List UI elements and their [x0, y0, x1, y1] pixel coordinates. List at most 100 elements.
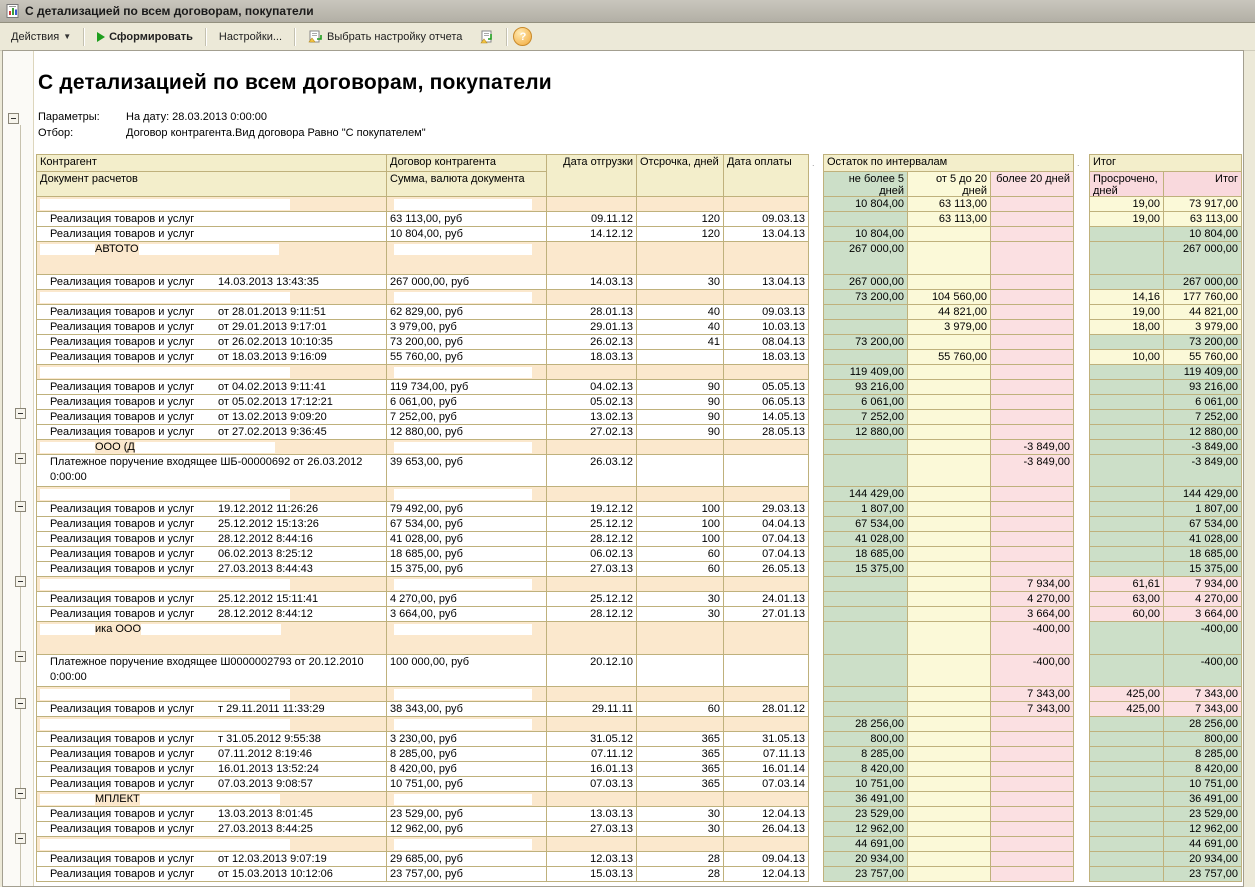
settings-button[interactable]: Настройки...	[212, 28, 289, 46]
group-row[interactable]: 10 804,0063 113,0019,0073 917,00	[36, 197, 1243, 212]
overdue-days-cell	[1089, 867, 1164, 882]
document-datetime: 06.02.2013 8:25:12	[218, 547, 313, 561]
window-titlebar[interactable]: С детализацией по всем договорам, покупа…	[0, 0, 1255, 23]
choose-report-setting-button[interactable]: Выбрать настройку отчета	[301, 27, 469, 47]
interval-5to20-cell	[908, 717, 991, 732]
document-cell: Платежное поручение входящее ШБ-00000692…	[36, 455, 387, 487]
document-row[interactable]: Реализация товаров и услуг14.03.2013 13:…	[36, 275, 1243, 290]
document-row[interactable]: Реализация товаров и услуг28.12.2012 8:4…	[36, 607, 1243, 622]
spacer-cell	[1074, 395, 1089, 410]
interval-5to20-cell	[908, 762, 991, 777]
document-row[interactable]: Реализация товаров и услуг28.12.2012 8:4…	[36, 532, 1243, 547]
interval-under5-cell: 67 534,00	[823, 517, 908, 532]
document-row[interactable]: Реализация товаров и услуг10 804,00, руб…	[36, 227, 1243, 242]
document-row[interactable]: Реализация товаров и услуг07.11.2012 8:1…	[36, 747, 1243, 762]
interval-under5-cell: 6 061,00	[823, 395, 908, 410]
document-row[interactable]: Реализация товаров и услугот 04.02.2013 …	[36, 380, 1243, 395]
document-row[interactable]: Реализация товаров и услугт 31.05.2012 9…	[36, 732, 1243, 747]
sum-currency-cell: 3 230,00, руб	[387, 732, 547, 747]
group-row[interactable]: ика ООО-400,00-400,00	[36, 622, 1243, 655]
collapse-toggle-group[interactable]	[15, 501, 26, 512]
spacer-cell	[809, 607, 823, 622]
document-row[interactable]: Реализация товаров и услуг13.03.2013 8:0…	[36, 807, 1243, 822]
collapse-toggle-group[interactable]	[15, 576, 26, 587]
document-row[interactable]: Реализация товаров и услугот 13.02.2013 …	[36, 410, 1243, 425]
choose-setting-icon	[308, 30, 323, 44]
overdue-days-cell	[1089, 410, 1164, 425]
ship-date-cell: 25.12.12	[547, 517, 637, 532]
group-row[interactable]: 7 934,0061,617 934,00	[36, 577, 1243, 592]
ship-date-cell	[547, 365, 637, 380]
document-row[interactable]: Платежное поручение входящее Ш0000002793…	[36, 655, 1243, 687]
contractor-cell	[36, 687, 387, 702]
document-row[interactable]: Реализация товаров и услуг16.01.2013 13:…	[36, 762, 1243, 777]
document-row[interactable]: Реализация товаров и услугот 05.02.2013 …	[36, 395, 1243, 410]
document-row[interactable]: Реализация товаров и услуг63 113,00, руб…	[36, 212, 1243, 227]
actions-button[interactable]: Действия ▼	[4, 28, 78, 46]
group-row[interactable]: 44 691,0044 691,00	[36, 837, 1243, 852]
contract-cell	[387, 792, 547, 807]
group-row[interactable]: МПЛЕКТ36 491,0036 491,00	[36, 792, 1243, 807]
document-row[interactable]: Платежное поручение входящее ШБ-00000692…	[36, 455, 1243, 487]
document-row[interactable]: Реализация товаров и услуг06.02.2013 8:2…	[36, 547, 1243, 562]
interval-over20-cell	[991, 762, 1074, 777]
document-datetime: 27.03.2013 8:44:25	[218, 822, 313, 836]
document-row[interactable]: Реализация товаров и услугот 29.01.2013 …	[36, 320, 1243, 335]
collapse-toggle-group[interactable]	[15, 698, 26, 709]
report-window: С детализацией по всем договорам, покупа…	[0, 0, 1255, 887]
collapse-toggle-group[interactable]	[15, 453, 26, 464]
group-row[interactable]: 144 429,00144 429,00	[36, 487, 1243, 502]
spacer-cell	[1074, 350, 1089, 365]
interval-under5-cell: 18 685,00	[823, 547, 908, 562]
spacer-cell	[809, 562, 823, 577]
group-row[interactable]: 73 200,00104 560,0014,16177 760,00	[36, 290, 1243, 305]
document-row[interactable]: Реализация товаров и услуг27.03.2013 8:4…	[36, 822, 1243, 837]
group-row[interactable]: АВТОТО267 000,00267 000,00	[36, 242, 1243, 275]
document-row[interactable]: Реализация товаров и услугт 29.11.2011 1…	[36, 702, 1243, 717]
document-name: Реализация товаров и услуг	[50, 503, 194, 515]
group-row[interactable]: ООО (Д-3 849,00-3 849,00	[36, 440, 1243, 455]
interval-under5-cell	[823, 702, 908, 717]
total-cell: 10 751,00	[1164, 777, 1242, 792]
document-row[interactable]: Реализация товаров и услугот 27.02.2013 …	[36, 425, 1243, 440]
document-row[interactable]: Реализация товаров и услуг07.03.2013 9:0…	[36, 777, 1243, 792]
interval-5to20-cell	[908, 227, 991, 242]
document-row[interactable]: Реализация товаров и услуг 19.12.2012 11:…	[36, 502, 1243, 517]
document-name: Реализация товаров и услуг	[50, 608, 194, 620]
header-interval-under5: не более 5 дней	[823, 172, 908, 197]
collapse-toggle-group[interactable]	[15, 651, 26, 662]
group-row[interactable]: 28 256,0028 256,00	[36, 717, 1243, 732]
group-row[interactable]: 119 409,00119 409,00	[36, 365, 1243, 380]
save-report-setting-button[interactable]	[472, 27, 501, 47]
document-row[interactable]: Реализация товаров и услуг25.12.2012 15:…	[36, 592, 1243, 607]
group-row[interactable]: 7 343,00425,007 343,00	[36, 687, 1243, 702]
redacted-text	[40, 292, 290, 303]
redacted-text	[394, 794, 532, 805]
document-row[interactable]: Реализация товаров и услугот 12.03.2013 …	[36, 852, 1243, 867]
document-row[interactable]: Реализация товаров и услуг25.12.2012 15:…	[36, 517, 1243, 532]
interval-under5-cell: 12 880,00	[823, 425, 908, 440]
document-datetime: от 26.02.2013 10:10:35	[218, 335, 333, 349]
total-cell: 10 804,00	[1164, 227, 1242, 242]
redacted-text	[394, 579, 532, 590]
contract-cell	[387, 487, 547, 502]
document-row[interactable]: Реализация товаров и услугот 18.03.2013 …	[36, 350, 1243, 365]
help-button[interactable]: ?	[513, 27, 532, 46]
document-cell: Реализация товаров и услуг 19.12.2012 11:…	[36, 502, 387, 517]
interval-under5-cell	[823, 687, 908, 702]
pay-date-cell: 09.03.13	[724, 212, 809, 227]
document-name: Реализация товаров и услуг	[50, 381, 194, 393]
document-datetime: от 12.03.2013 9:07:19	[218, 852, 327, 866]
collapse-toggle-group[interactable]	[15, 833, 26, 844]
spacer-cell	[809, 290, 823, 305]
document-row[interactable]: Реализация товаров и услугот 28.01.2013 …	[36, 305, 1243, 320]
collapse-toggle-group[interactable]	[15, 408, 26, 419]
generate-button[interactable]: Сформировать	[90, 28, 200, 46]
collapse-toggle-group[interactable]	[15, 788, 26, 799]
document-row[interactable]: Реализация товаров и услугот 26.02.2013 …	[36, 335, 1243, 350]
collapse-toggle-root[interactable]	[8, 113, 19, 124]
document-cell: Реализация товаров и услугот 15.03.2013 …	[36, 867, 387, 882]
document-datetime: 19.12.2012 11:26:26	[218, 502, 318, 516]
document-row[interactable]: Реализация товаров и услугот 15.03.2013 …	[36, 867, 1243, 882]
document-row[interactable]: Реализация товаров и услуг27.03.2013 8:4…	[36, 562, 1243, 577]
